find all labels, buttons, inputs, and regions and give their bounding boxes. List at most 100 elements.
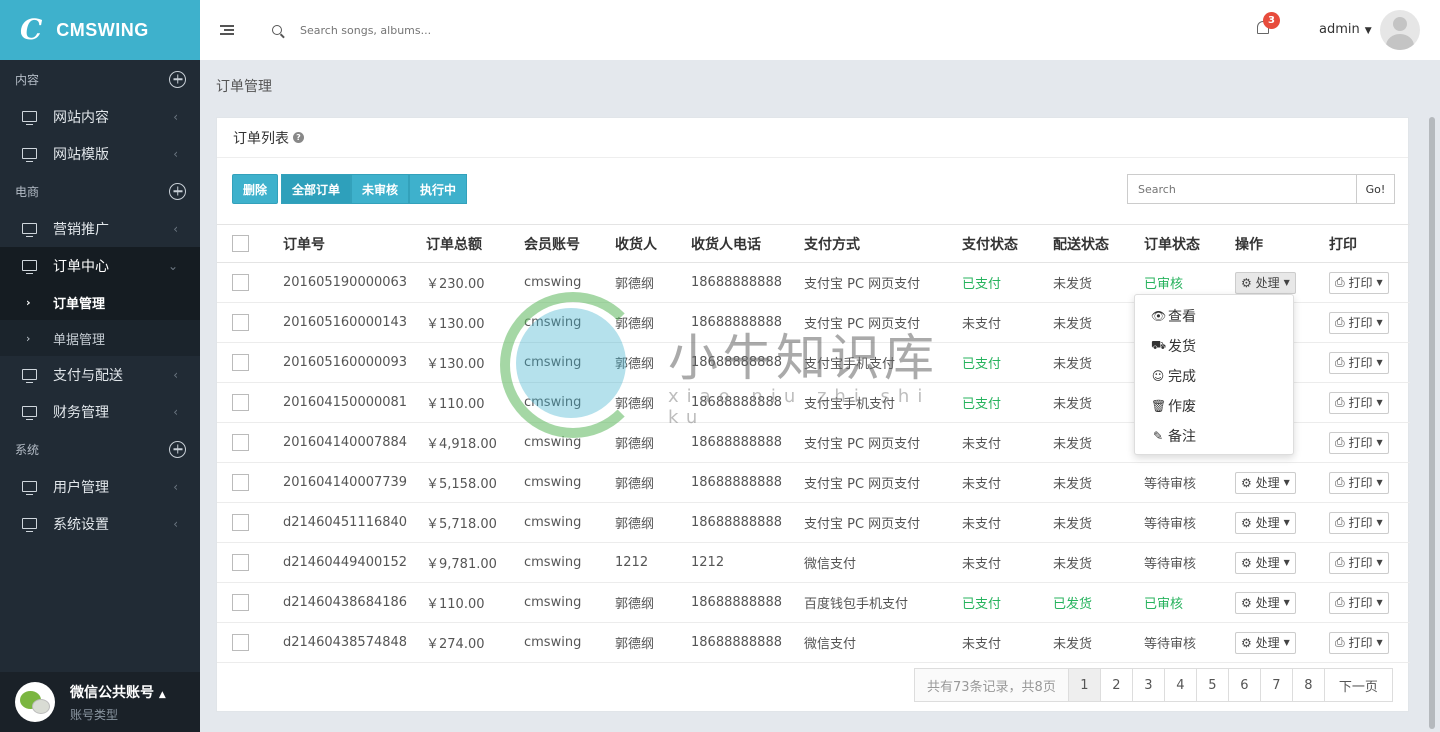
sidebar-item-label: 营销推广: [53, 221, 109, 238]
sidebar-item-site-content[interactable]: 网站内容 ‹: [0, 98, 200, 135]
row-checkbox[interactable]: [232, 474, 249, 491]
table-cell: 未支付: [962, 542, 1053, 583]
row-checkbox[interactable]: [232, 274, 249, 291]
print-button[interactable]: ⎙ 打印 ▼: [1329, 271, 1389, 294]
table-cell: 未发货: [1053, 302, 1144, 343]
table-cell: 郭德纲: [615, 502, 691, 543]
sidebar-item-settings[interactable]: 系统设置 ‹: [0, 505, 200, 542]
process-button[interactable]: ⚙ 处理 ▼: [1235, 551, 1296, 574]
monitor-icon: [22, 518, 37, 532]
next-page-button[interactable]: 下一页: [1324, 668, 1393, 702]
caret-down-icon: ▼: [1283, 638, 1290, 647]
print-button[interactable]: ⎙ 打印 ▼: [1329, 551, 1389, 574]
column-header: 操作: [1235, 224, 1329, 263]
menu-toggle-icon[interactable]: [220, 25, 234, 35]
page-link[interactable]: 5: [1196, 668, 1229, 702]
process-button[interactable]: ⚙ 处理 ▼: [1235, 631, 1296, 654]
page-link[interactable]: 1: [1068, 668, 1101, 702]
print-button[interactable]: ⎙ 打印 ▼: [1329, 351, 1389, 374]
dropdown-item[interactable]: ☺ 完成: [1135, 361, 1293, 391]
page-link[interactable]: 4: [1164, 668, 1197, 702]
table-cell: ￥5,718.00: [426, 502, 524, 543]
row-checkbox[interactable]: [232, 394, 249, 411]
user-menu[interactable]: admin ▼: [1319, 22, 1372, 37]
wechat-account[interactable]: 微信公共账号 ▲ 账号类型: [0, 672, 200, 732]
dropdown-item[interactable]: ✎ 备注: [1135, 421, 1293, 451]
menu-item-icon: 🗑: [1151, 399, 1167, 413]
print-button[interactable]: ⎙ 打印 ▼: [1329, 391, 1389, 414]
cmswing-logo-icon: C: [20, 13, 43, 46]
print-button[interactable]: ⎙ 打印 ▼: [1329, 591, 1389, 614]
toolbar: 删除 全部订单 未审核 执行中: [232, 174, 468, 204]
dropdown-item[interactable]: ⛟ 发货: [1135, 331, 1293, 361]
table-cell: d21460451116840: [283, 502, 426, 543]
scrollbar[interactable]: [1427, 117, 1437, 732]
printer-icon: ⎙: [1335, 435, 1345, 449]
select-all-checkbox[interactable]: [232, 235, 249, 252]
page-link[interactable]: 6: [1228, 668, 1261, 702]
sidebar-item-payment-delivery[interactable]: 支付与配送 ‹: [0, 356, 200, 393]
table-row: d21460449400152 ￥9,781.00 cmswing 1212 1212 微…: [217, 542, 1410, 583]
printer-icon: ⎙: [1335, 315, 1345, 329]
row-checkbox[interactable]: [232, 594, 249, 611]
process-button[interactable]: ⚙ 处理 ▼: [1235, 511, 1296, 534]
table-cell: 18688888888: [691, 582, 804, 623]
sidebar-subitem-documents[interactable]: › 单据管理: [0, 320, 200, 356]
filter-executing-button[interactable]: 执行中: [409, 174, 468, 204]
process-button[interactable]: ⚙ 处理 ▼: [1235, 471, 1296, 494]
monitor-icon: [22, 406, 37, 420]
sidebar-item-site-template[interactable]: 网站模版 ‹: [0, 135, 200, 172]
add-circle-icon[interactable]: [169, 70, 186, 88]
page-link[interactable]: 3: [1132, 668, 1165, 702]
table-cell: d21460438684186: [283, 582, 426, 623]
column-header: 打印: [1329, 224, 1410, 263]
brand[interactable]: C CMSWING: [0, 0, 200, 60]
sidebar-item-users[interactable]: 用户管理 ‹: [0, 468, 200, 505]
sidebar-item-marketing[interactable]: 营销推广 ‹: [0, 210, 200, 247]
row-checkbox[interactable]: [232, 434, 249, 451]
row-checkbox[interactable]: [232, 314, 249, 331]
order-search-input[interactable]: [1127, 174, 1357, 204]
help-icon[interactable]: ?: [293, 132, 304, 143]
avatar[interactable]: [1380, 10, 1420, 50]
table-cell: 郭德纲: [615, 262, 691, 303]
delete-button[interactable]: 删除: [232, 174, 279, 204]
section-label: 内容: [15, 72, 40, 87]
process-button[interactable]: ⚙ 处理 ▼: [1235, 591, 1296, 614]
table-cell: 已支付: [962, 582, 1053, 623]
monitor-icon: [22, 369, 37, 383]
table-cell: 未发货: [1053, 262, 1144, 303]
filter-all-button[interactable]: 全部订单: [281, 174, 352, 204]
print-button[interactable]: ⎙ 打印 ▼: [1329, 311, 1389, 334]
row-checkbox[interactable]: [232, 514, 249, 531]
print-label: 打印: [1348, 596, 1373, 610]
page-link[interactable]: 2: [1100, 668, 1133, 702]
sidebar-item-order-center[interactable]: 订单中心 ⌄: [0, 247, 200, 284]
filter-unreviewed-button[interactable]: 未审核: [351, 174, 410, 204]
row-checkbox[interactable]: [232, 554, 249, 571]
table-cell: cmswing: [524, 262, 615, 303]
dropdown-item[interactable]: 🗑 作废: [1135, 391, 1293, 421]
row-checkbox[interactable]: [232, 354, 249, 371]
search-go-button[interactable]: Go!: [1357, 174, 1395, 204]
row-checkbox[interactable]: [232, 634, 249, 651]
table-cell: 201604140007739: [283, 462, 426, 503]
dropdown-item[interactable]: 👁 查看: [1135, 301, 1293, 331]
process-button[interactable]: ⚙ 处理 ▼: [1235, 271, 1296, 294]
column-header: 支付方式: [804, 224, 962, 263]
add-circle-icon[interactable]: [169, 440, 186, 458]
table-cell: ￥230.00: [426, 262, 524, 303]
page-link[interactable]: 8: [1292, 668, 1325, 702]
print-label: 打印: [1348, 396, 1373, 410]
sidebar-subitem-order-management[interactable]: › 订单管理: [0, 284, 200, 320]
print-button[interactable]: ⎙ 打印 ▼: [1329, 631, 1389, 654]
add-circle-icon[interactable]: [169, 182, 186, 200]
print-button[interactable]: ⎙ 打印 ▼: [1329, 471, 1389, 494]
page-link[interactable]: 7: [1260, 668, 1293, 702]
chevron-left-icon: ‹: [173, 109, 178, 124]
print-button[interactable]: ⎙ 打印 ▼: [1329, 511, 1389, 534]
print-button[interactable]: ⎙ 打印 ▼: [1329, 431, 1389, 454]
table-cell: 百度钱包手机支付: [804, 582, 962, 623]
top-search-input[interactable]: [300, 23, 500, 37]
sidebar-item-finance[interactable]: 财务管理 ‹: [0, 393, 200, 430]
